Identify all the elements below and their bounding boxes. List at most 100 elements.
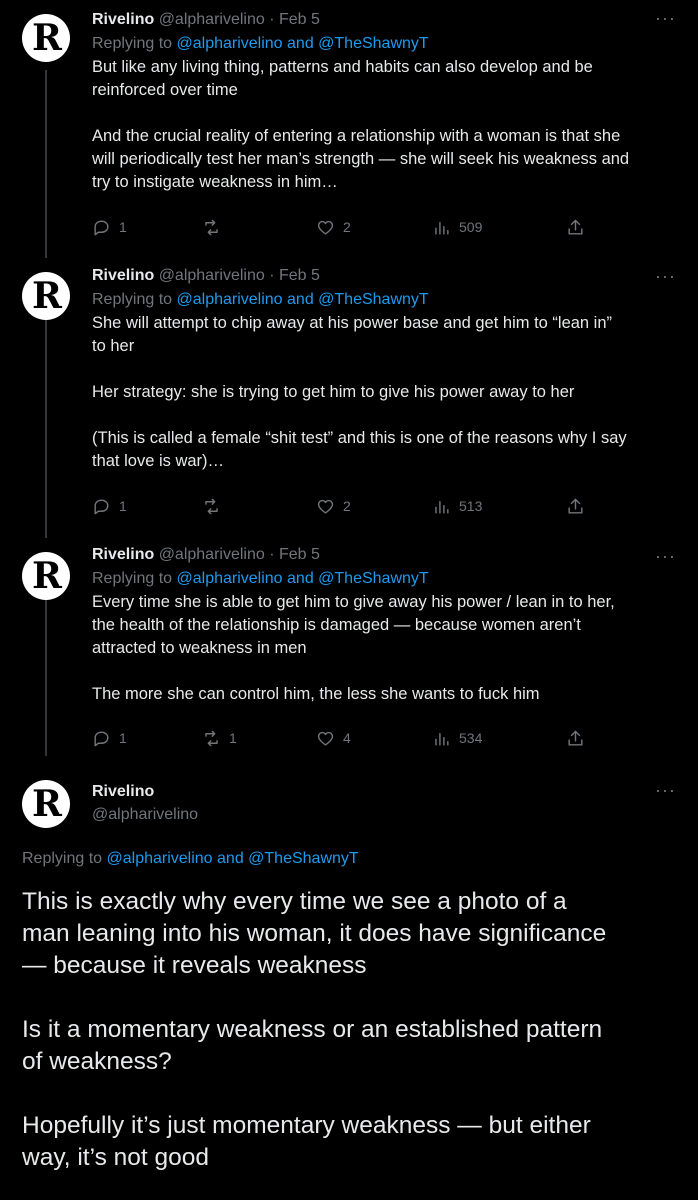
avatar-letter: R	[32, 17, 62, 59]
dot-separator: ·	[269, 546, 275, 563]
tweet-header: Rivelino @alpharivelino · Feb 5	[92, 10, 682, 30]
replying-to: Replying to @alpharivelino and @TheShawn…	[92, 290, 682, 310]
tweet-text: But like any living thing, patterns and …	[92, 56, 682, 194]
text-span: 2	[343, 219, 351, 235]
text-span: 1	[119, 498, 127, 514]
retweet-button[interactable]: 1	[202, 729, 237, 748]
author-handle[interactable]: @alpharivelino	[92, 805, 682, 825]
text-line: Is it a momentary weakness or an establi…	[22, 1016, 603, 1043]
tweet-text: Every time she is able to get him to giv…	[92, 591, 682, 706]
text-line: But like any living thing, patterns and …	[92, 58, 593, 76]
like-icon	[317, 220, 334, 235]
thread-connector-line	[45, 70, 47, 258]
text-span: Replying to	[22, 850, 107, 867]
text-span: 1	[229, 730, 237, 746]
text-line	[22, 1078, 692, 1110]
share-button[interactable]	[566, 497, 585, 516]
share-icon	[568, 730, 583, 746]
replying-to-link[interactable]: @alpharivelino and @TheShawnyT	[177, 570, 429, 587]
text-line	[22, 982, 692, 1014]
text-line: the health of the relationship is damage…	[92, 616, 581, 634]
author-name[interactable]: Rivelino	[92, 546, 154, 563]
text-line: She will attempt to chip away at his pow…	[92, 314, 613, 332]
tweet-header: Rivelino @alpharivelino · Feb 5	[92, 266, 682, 286]
tweet-actions: 1 2 513	[92, 494, 592, 518]
retweet-icon	[205, 219, 218, 235]
text-span: 1	[119, 219, 127, 235]
reply-icon	[94, 219, 109, 235]
reply-button[interactable]: 1	[92, 218, 127, 237]
text-line	[92, 102, 682, 125]
views-icon	[435, 500, 449, 514]
avatar[interactable]: R	[22, 272, 70, 320]
reply-button[interactable]: 1	[92, 497, 127, 516]
dot-separator: ·	[269, 11, 275, 28]
text-span: 534	[459, 730, 483, 746]
author-handle[interactable]: @alpharivelino	[159, 546, 265, 563]
text-line: man leaning into his woman, it does have…	[22, 920, 607, 947]
text-span: 2	[343, 498, 351, 514]
replying-to-link[interactable]: @alpharivelino and @TheShawnyT	[177, 35, 429, 52]
views-button[interactable]: 513	[432, 497, 482, 516]
avatar[interactable]: R	[22, 780, 70, 828]
avatar[interactable]: R	[22, 14, 70, 62]
replying-to: Replying to @alpharivelino and @TheShawn…	[92, 34, 682, 54]
like-button[interactable]: 2	[316, 497, 351, 516]
reply-icon	[94, 730, 109, 746]
views-button[interactable]: 509	[432, 218, 482, 237]
thread-connector-line	[45, 592, 47, 756]
text-span: 1	[119, 730, 127, 746]
text-span: Replying to	[92, 291, 177, 308]
avatar-letter: R	[32, 783, 62, 825]
replying-to-link[interactable]: @alpharivelino and @TheShawnyT	[107, 850, 359, 867]
text-line: The more she can control him, the less s…	[92, 685, 540, 703]
author-name[interactable]: Rivelino	[92, 267, 154, 284]
replying-to: Replying to @alpharivelino and @TheShawn…	[22, 850, 359, 868]
text-line: (This is called a female “shit test” and…	[92, 429, 627, 447]
tweet-text: She will attempt to chip away at his pow…	[92, 312, 682, 473]
avatar[interactable]: R	[22, 552, 70, 600]
avatar-letter: R	[32, 555, 62, 597]
text-span: 513	[459, 498, 483, 514]
like-icon	[317, 499, 334, 514]
text-line: way, it’s not good	[22, 1144, 210, 1171]
text-span: Replying to	[92, 570, 177, 587]
author-name[interactable]: Rivelino	[92, 11, 154, 28]
dot-separator: ·	[269, 267, 275, 284]
tweet-date[interactable]: Feb 5	[279, 546, 320, 563]
like-button[interactable]: 4	[316, 729, 351, 748]
views-icon	[435, 221, 449, 235]
text-line: Hopefully it’s just momentary weakness —…	[22, 1112, 591, 1139]
author-handle[interactable]: @alpharivelino	[159, 267, 265, 284]
author-name[interactable]: Rivelino	[92, 782, 682, 802]
replying-to-link[interactable]: @alpharivelino and @TheShawnyT	[177, 291, 429, 308]
text-span: 4	[343, 730, 351, 746]
views-icon	[435, 732, 449, 746]
share-button[interactable]	[566, 729, 585, 748]
tweet-date[interactable]: Feb 5	[279, 267, 320, 284]
text-line: Every time she is able to get him to giv…	[92, 593, 615, 611]
share-button[interactable]	[566, 218, 585, 237]
text-line: to her	[92, 337, 135, 355]
text-line	[92, 660, 682, 683]
thread-connector-line	[45, 312, 47, 538]
reply-button[interactable]: 1	[92, 729, 127, 748]
tweet-header: Rivelino @alpharivelino · Feb 5	[92, 545, 682, 565]
text-line: Her strategy: she is trying to get him t…	[92, 383, 575, 401]
text-line: that love is war)…	[92, 452, 225, 470]
text-line: attracted to weakness in men	[92, 639, 307, 657]
share-icon	[568, 219, 583, 235]
replying-to: Replying to @alpharivelino and @TheShawn…	[92, 569, 682, 589]
retweet-button[interactable]	[202, 218, 229, 237]
avatar-letter: R	[32, 275, 62, 317]
retweet-button[interactable]	[202, 497, 229, 516]
text-line: reinforced over time	[92, 81, 238, 99]
like-button[interactable]: 2	[316, 218, 351, 237]
text-line: This is exactly why every time we see a …	[22, 888, 567, 915]
text-line: And the crucial reality of entering a re…	[92, 127, 621, 145]
author-handle[interactable]: @alpharivelino	[159, 11, 265, 28]
tweet-date[interactable]: Feb 5	[279, 11, 320, 28]
views-button[interactable]: 534	[432, 729, 482, 748]
text-line: try to instigate weakness in him…	[92, 173, 338, 191]
tweet-text: This is exactly why every time we see a …	[22, 886, 692, 1174]
